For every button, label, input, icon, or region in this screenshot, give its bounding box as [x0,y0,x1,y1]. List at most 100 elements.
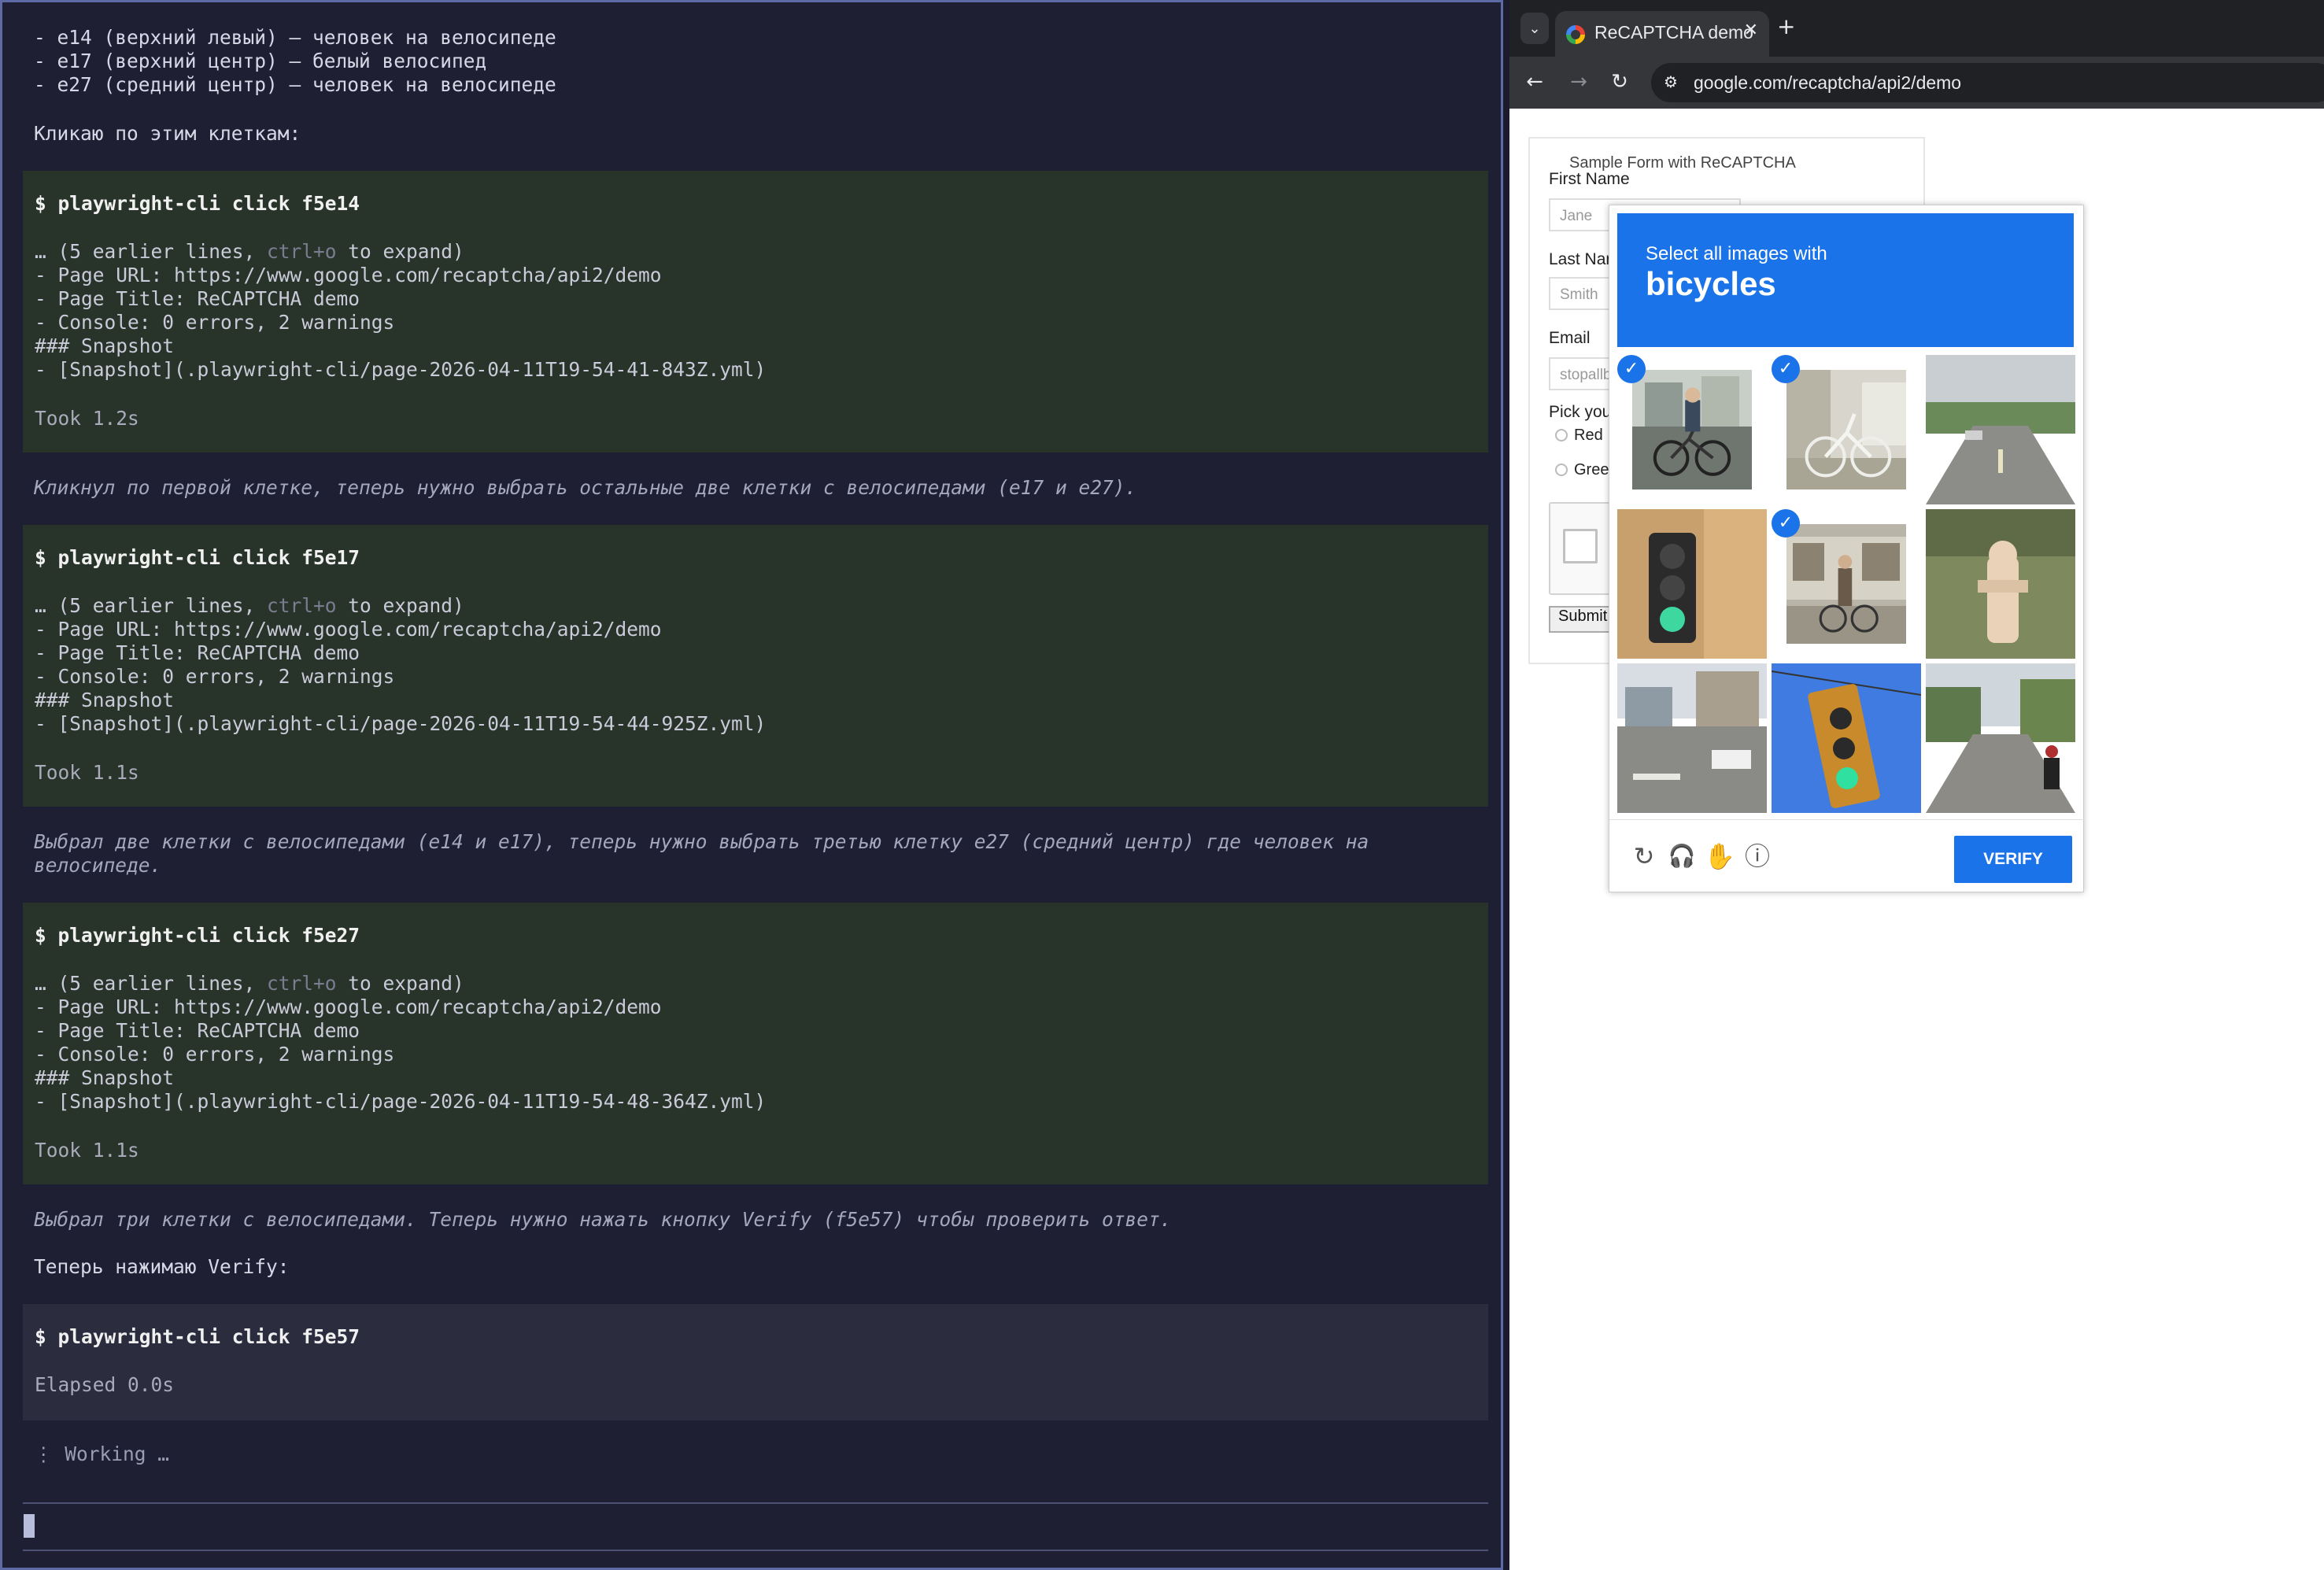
checkmark-icon: ✓ [1772,355,1800,383]
took-time: Took 1.1s [35,761,139,784]
address-bar[interactable]: ⚙ google.com/recaptcha/api2/demo [1651,63,2324,102]
verify-action: Теперь нажимаю Verify: [34,1255,290,1278]
input-cursor[interactable] [24,1514,35,1538]
challenge-footer: ↻ 🎧 ✋ ⓘ VERIFY [1609,819,2085,893]
command-block: $ playwright-cli click f5e14 … (5 earlie… [23,171,1488,453]
intersection-image [1617,663,1767,813]
verify-button[interactable]: VERIFY [1954,836,2072,883]
took-time: Took 1.2s [35,407,139,430]
person-with-bicycle-image [1786,524,1906,644]
console-line: - Console: 0 errors, 2 warnings [35,665,395,688]
took-time: Took 1.1s [35,1139,139,1162]
command-line: $ playwright-cli click f5e17 [35,546,360,569]
radio-green-label: Gree [1574,461,1609,478]
traffic-light-image [1772,663,1921,813]
reload-icon[interactable]: ↻ [1605,68,1634,96]
snapshot-link[interactable]: - [Snapshot](.playwright-cli/page-2026-0… [35,1090,766,1114]
collapsed-lines[interactable]: … (5 earlier lines, ctrl+o to expand) [35,240,464,264]
assistant-note: Кликнул по первой клетке, теперь нужно в… [34,476,1137,499]
new-tab-button[interactable]: + [1777,14,1795,39]
audio-challenge-icon[interactable]: 🎧 [1666,840,1698,872]
pick-color-label: Pick you [1549,403,1612,421]
first-name-label: First Name [1549,170,1630,188]
page-title-line: - Page Title: ReCAPTCHA demo [35,641,360,664]
tab-title: ReCAPTCHA demo [1594,22,1753,42]
command-line: $ playwright-cli click f5e14 [35,192,360,215]
page-url-line: - Page URL: https://www.google.com/recap… [35,996,662,1018]
challenge-prompt: Select all images with [1646,243,1827,264]
page-title-line: - Page Title: ReCAPTCHA demo [35,287,360,310]
reload-challenge-icon[interactable]: ↻ [1628,840,1660,872]
recaptcha-challenge: Select all images with bicycles ✓ ✓ ✓ ↻ … [1609,205,2085,893]
snapshot-link[interactable]: - [Snapshot](.playwright-cli/page-2026-0… [35,712,766,736]
image-tile-4[interactable] [1617,509,1767,659]
console-line: - Console: 0 errors, 2 warnings [35,311,395,334]
collapsed-lines[interactable]: … (5 earlier lines, ctrl+o to expand) [35,972,464,996]
working-indicator: ⋮ Working … [34,1443,170,1465]
input-divider-top [23,1502,1488,1504]
pending-command-block: $ playwright-cli click f5e57 Elapsed 0.0… [23,1304,1488,1420]
challenge-target: bicycles [1646,265,1776,302]
intro-line: - e14 (верхний левый) — человек на велос… [34,26,556,49]
site-info-icon[interactable]: ⚙ [1664,72,1678,91]
last-name-label: Last Nar [1549,250,1612,268]
close-icon[interactable]: ✕ [1744,20,1758,40]
radio-button[interactable] [1555,464,1568,476]
browser-toolbar: ← → ↻ ⚙ google.com/recaptcha/api2/demo [1509,57,2324,109]
page-content: Sample Form with ReCAPTCHA First Name Ja… [1509,109,2324,1570]
image-tile-9[interactable] [1926,663,2075,813]
tab-recaptcha-demo[interactable]: ReCAPTCHA demo ✕ [1555,11,1769,57]
hand-icon[interactable]: ✋ [1704,840,1735,872]
snapshot-heading: ### Snapshot [35,689,175,711]
info-icon[interactable]: ⓘ [1742,840,1773,872]
image-tile-5[interactable]: ✓ [1772,509,1921,659]
traffic-light-image [1617,509,1767,659]
snapshot-link[interactable]: - [Snapshot](.playwright-cli/page-2026-0… [35,358,766,382]
checkmark-icon: ✓ [1617,355,1646,383]
intro-line: - e27 (средний центр) — человек на велос… [34,73,556,96]
command-block: $ playwright-cli click f5e27 … (5 earlie… [23,903,1488,1184]
elapsed-time: Elapsed 0.0s [35,1373,175,1396]
image-tile-7[interactable] [1617,663,1767,813]
radio-red[interactable]: Red [1555,427,1603,445]
person-on-bicycle-image [1632,370,1752,489]
radio-green[interactable]: Gree [1555,461,1609,479]
page-url-line: - Page URL: https://www.google.com/recap… [35,618,662,641]
page-title-line: - Page Title: ReCAPTCHA demo [35,1019,360,1042]
radio-red-label: Red [1574,427,1603,444]
command-block: $ playwright-cli click f5e17 … (5 earlie… [23,525,1488,807]
challenge-header: Select all images with bicycles [1617,213,2074,347]
command-line: $ playwright-cli click f5e27 [35,924,360,947]
browser-window: ⌄ ReCAPTCHA demo ✕ + ← → ↻ ⚙ google.com/… [1509,0,2324,1570]
input-divider-bottom [23,1550,1488,1551]
back-arrow-icon[interactable]: ← [1520,68,1549,96]
console-line: - Console: 0 errors, 2 warnings [35,1043,395,1066]
road-image [1926,355,2075,504]
image-tile-6[interactable] [1926,509,2075,659]
checkmark-icon: ✓ [1772,509,1800,537]
tab-strip: ⌄ ReCAPTCHA demo ✕ + [1509,0,2324,57]
recaptcha-checkbox[interactable] [1563,529,1598,563]
intro-line: - e17 (верхний центр) — белый велосипед [34,50,487,72]
image-tile-2[interactable]: ✓ [1772,355,1921,504]
image-tile-8[interactable] [1772,663,1921,813]
google-favicon-icon [1566,25,1585,44]
assistant-note: Выбрал три клетки с велосипедами. Теперь… [34,1208,1172,1231]
image-tile-1[interactable]: ✓ [1617,355,1767,504]
intro-action: Кликаю по этим клеткам: [34,122,301,145]
assistant-note: Выбрал две клетки с велосипедами (e14 и … [34,830,1369,877]
image-tile-3[interactable] [1926,355,2075,504]
tab-list-button[interactable]: ⌄ [1520,13,1549,44]
white-bicycle-image [1786,370,1906,489]
url-text[interactable]: google.com/recaptcha/api2/demo [1694,72,1961,94]
terminal-pane: - e14 (верхний левый) — человек на велос… [0,0,1503,1570]
collapsed-lines[interactable]: … (5 earlier lines, ctrl+o to expand) [35,594,464,618]
fire-hydrant-image [1926,509,2075,659]
snapshot-heading: ### Snapshot [35,334,175,357]
email-label: Email [1549,329,1591,347]
radio-button[interactable] [1555,429,1568,441]
page-url-line: - Page URL: https://www.google.com/recap… [35,264,662,286]
image-grid: ✓ ✓ ✓ [1617,355,2077,815]
street-with-motorcycle-image [1926,663,2075,813]
forward-arrow-icon[interactable]: → [1565,68,1593,96]
